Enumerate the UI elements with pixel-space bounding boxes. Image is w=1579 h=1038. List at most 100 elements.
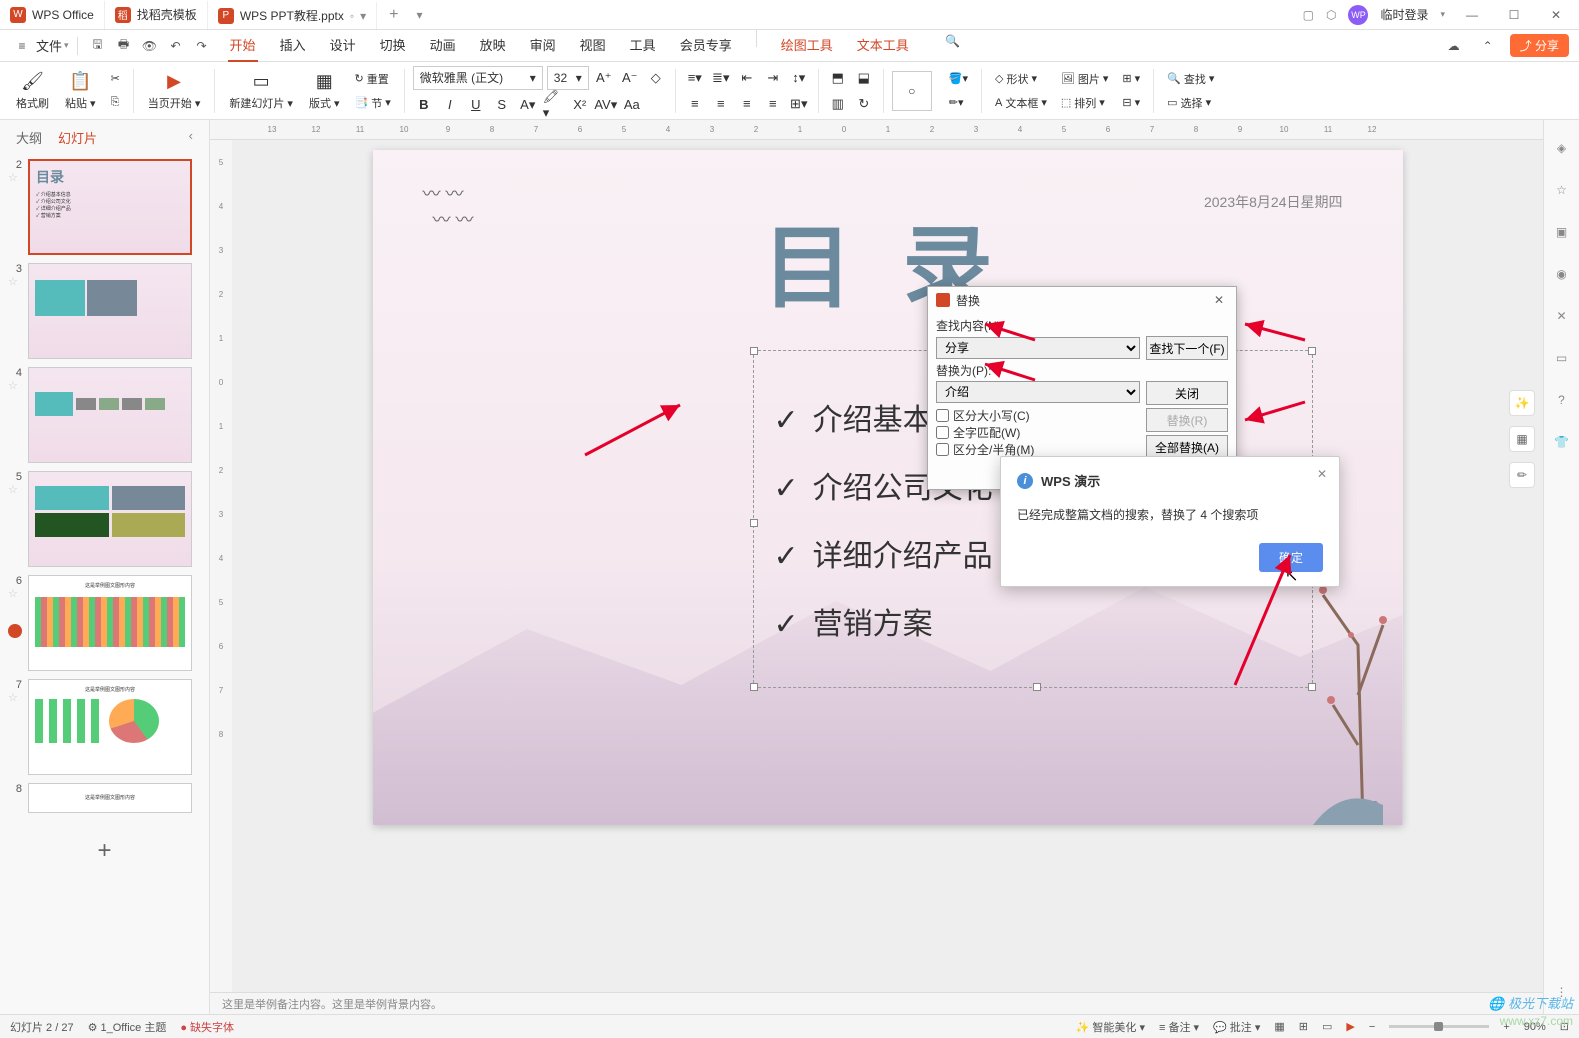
tab-dropdown-icon[interactable]: ▾ <box>410 8 428 22</box>
template-icon[interactable]: ▣ <box>1552 222 1572 242</box>
tab-view[interactable]: 视图 <box>578 29 608 62</box>
numbering-button[interactable]: ≣▾ <box>710 67 732 89</box>
view-sorter-icon[interactable]: ⊞ <box>1299 1020 1308 1033</box>
textbox-button[interactable]: A 文本框 ▾ <box>990 92 1052 114</box>
user-avatar[interactable]: WP <box>1348 5 1368 25</box>
msgbox-close-button[interactable]: ✕ <box>1317 467 1327 481</box>
tab-member[interactable]: 会员专享 <box>678 29 734 62</box>
align-left-button[interactable]: ≡ <box>684 93 706 115</box>
tab-text-tools[interactable]: 文本工具 <box>855 29 911 62</box>
rotate-button[interactable]: ↻ <box>853 93 875 115</box>
user-label[interactable]: 临时登录 <box>1380 6 1428 23</box>
missing-font[interactable]: ● 缺失字体 <box>180 1019 234 1035</box>
preview-icon[interactable]: 👁 <box>138 34 162 58</box>
select-button[interactable]: ▭ 选择 ▾ <box>1162 92 1219 114</box>
print-icon[interactable]: 🖶 <box>112 34 136 58</box>
collapse-ribbon-icon[interactable]: ⌃ <box>1476 34 1500 58</box>
app-tab-templates[interactable]: 稻 找稻壳模板 <box>105 1 208 29</box>
file-menu[interactable]: 文件 <box>36 36 62 55</box>
thumbnail-5[interactable] <box>28 471 192 567</box>
align-button[interactable]: ⊟ ▾ <box>1117 92 1145 114</box>
font-select[interactable]: 微软雅黑 (正文)▾ <box>413 66 543 90</box>
increase-font-icon[interactable]: A⁺ <box>593 67 615 89</box>
book-icon[interactable]: ▭ <box>1552 348 1572 368</box>
outline-color-button[interactable]: ✏▾ <box>944 92 973 114</box>
find-input[interactable]: 分享 <box>936 337 1140 359</box>
underline-button[interactable]: U <box>465 94 487 116</box>
align-right-button[interactable]: ≡ <box>736 93 758 115</box>
ai-icon[interactable]: ◉ <box>1552 264 1572 284</box>
indent-left-button[interactable]: ⇤ <box>736 67 758 89</box>
indent-right-button[interactable]: ⇥ <box>762 67 784 89</box>
tab-animation[interactable]: 动画 <box>428 29 458 62</box>
format-painter-button[interactable]: 🖌格式刷 <box>10 69 55 113</box>
cut-button[interactable]: ✂ <box>106 68 125 90</box>
super-button[interactable]: X² <box>569 94 591 116</box>
whole-word-checkbox[interactable]: 全字匹配(W) <box>936 424 1140 441</box>
layout-icon[interactable]: ▦ <box>1509 426 1535 452</box>
close-button[interactable]: ✕ <box>1541 0 1571 30</box>
save-icon[interactable]: 🖫 <box>86 34 110 58</box>
find-next-button[interactable]: 查找下一个(F) <box>1146 336 1228 360</box>
tab-transition[interactable]: 切换 <box>378 29 408 62</box>
zoom-slider[interactable] <box>1389 1025 1489 1028</box>
beautify-button[interactable]: ✨ 智能美化 ▾ <box>1076 1019 1145 1035</box>
new-tab-button[interactable]: + <box>377 6 410 24</box>
tab-design[interactable]: 设计 <box>328 29 358 62</box>
italic-button[interactable]: I <box>439 94 461 116</box>
bullets-button[interactable]: ≡▾ <box>684 67 706 89</box>
font-size-select[interactable]: 32▾ <box>547 66 589 90</box>
tab-start[interactable]: 开始 <box>228 29 258 62</box>
new-slide-button[interactable]: ▭新建幻灯片 ▾ <box>223 69 299 113</box>
cube-icon[interactable]: ⬡ <box>1326 8 1336 22</box>
diamond-icon[interactable]: ◈ <box>1552 138 1572 158</box>
tab-review[interactable]: 审阅 <box>528 29 558 62</box>
fill-color-button[interactable]: 🪣▾ <box>944 68 973 90</box>
file-dropdown-icon[interactable]: ▾ <box>64 40 69 51</box>
reset-button[interactable]: ↻ 重置 <box>350 68 396 90</box>
user-dropdown-icon[interactable]: ▾ <box>1440 9 1445 20</box>
tab-menu-icon[interactable]: ▾ <box>360 9 366 23</box>
view-slideshow-icon[interactable]: ▶ <box>1346 1020 1354 1033</box>
thumbnail-2[interactable]: 目录✓ 介绍基本信息✓ 介绍公司文化✓ 详细介绍产品✓ 营销方案 <box>28 159 192 255</box>
star-icon[interactable]: ☆ <box>1552 180 1572 200</box>
dialog-close-button[interactable]: ✕ <box>1210 293 1228 307</box>
char-spacing-button[interactable]: AV▾ <box>595 94 617 116</box>
magic-icon[interactable]: ✨ <box>1509 390 1535 416</box>
shape-button[interactable]: ◇ 形状 ▾ <box>990 68 1052 90</box>
redo-icon[interactable]: ↷ <box>190 34 214 58</box>
thumbnail-7[interactable]: 这是举例图文图形内容 <box>28 679 192 775</box>
columns-button[interactable]: ▥ <box>827 93 849 115</box>
close-dialog-button[interactable]: 关闭 <box>1146 381 1228 405</box>
align-justify-button[interactable]: ≡ <box>762 93 784 115</box>
thumbnail-8[interactable]: 这是举例图文图形内容 <box>28 783 192 813</box>
tools-icon[interactable]: ✕ <box>1552 306 1572 326</box>
case-checkbox[interactable]: 区分大小写(C) <box>936 407 1140 424</box>
slides-tab[interactable]: 幻灯片 <box>58 128 97 147</box>
notes-bar[interactable]: 这里是举例备注内容。这里是举例背景内容。 <box>210 992 1543 1014</box>
comments-button[interactable]: 💬 批注 ▾ <box>1213 1019 1260 1035</box>
change-case-button[interactable]: Aa <box>621 94 643 116</box>
tab-insert[interactable]: 插入 <box>278 29 308 62</box>
cloud-icon[interactable]: ☁ <box>1442 34 1466 58</box>
highlight-button[interactable]: 🖍▾ <box>543 94 565 116</box>
arrange-button[interactable]: ⬚ 排列 ▾ <box>1056 92 1114 114</box>
maximize-button[interactable]: ☐ <box>1499 0 1529 30</box>
decrease-font-icon[interactable]: A⁻ <box>619 67 641 89</box>
app-tab-document[interactable]: P WPS PPT教程.pptx ◦ ▾ <box>208 1 377 29</box>
outline-tab[interactable]: 大纲 <box>16 128 42 147</box>
tab-drawing-tools[interactable]: 绘图工具 <box>779 29 835 62</box>
replace-button[interactable]: 替换(R) <box>1146 408 1228 432</box>
undo-icon[interactable]: ↶ <box>164 34 188 58</box>
quick-style-button[interactable]: ○ <box>892 71 932 111</box>
hamburger-icon[interactable]: ≡ <box>10 34 34 58</box>
thumbnail-list[interactable]: 2☆目录✓ 介绍基本信息✓ 介绍公司文化✓ 详细介绍产品✓ 营销方案 3☆ 4☆… <box>0 155 209 1014</box>
add-slide-button[interactable]: + <box>8 821 201 881</box>
thumbnail-3[interactable] <box>28 263 192 359</box>
valign-mid-button[interactable]: ⬓ <box>853 67 875 89</box>
app-icon[interactable]: ▢ <box>1303 8 1314 22</box>
minimize-button[interactable]: — <box>1457 0 1487 30</box>
search-icon[interactable]: 🔍 <box>941 29 965 53</box>
app-tab-wps[interactable]: W WPS Office <box>0 1 105 29</box>
section-button[interactable]: 📑 节 ▾ <box>350 92 396 114</box>
